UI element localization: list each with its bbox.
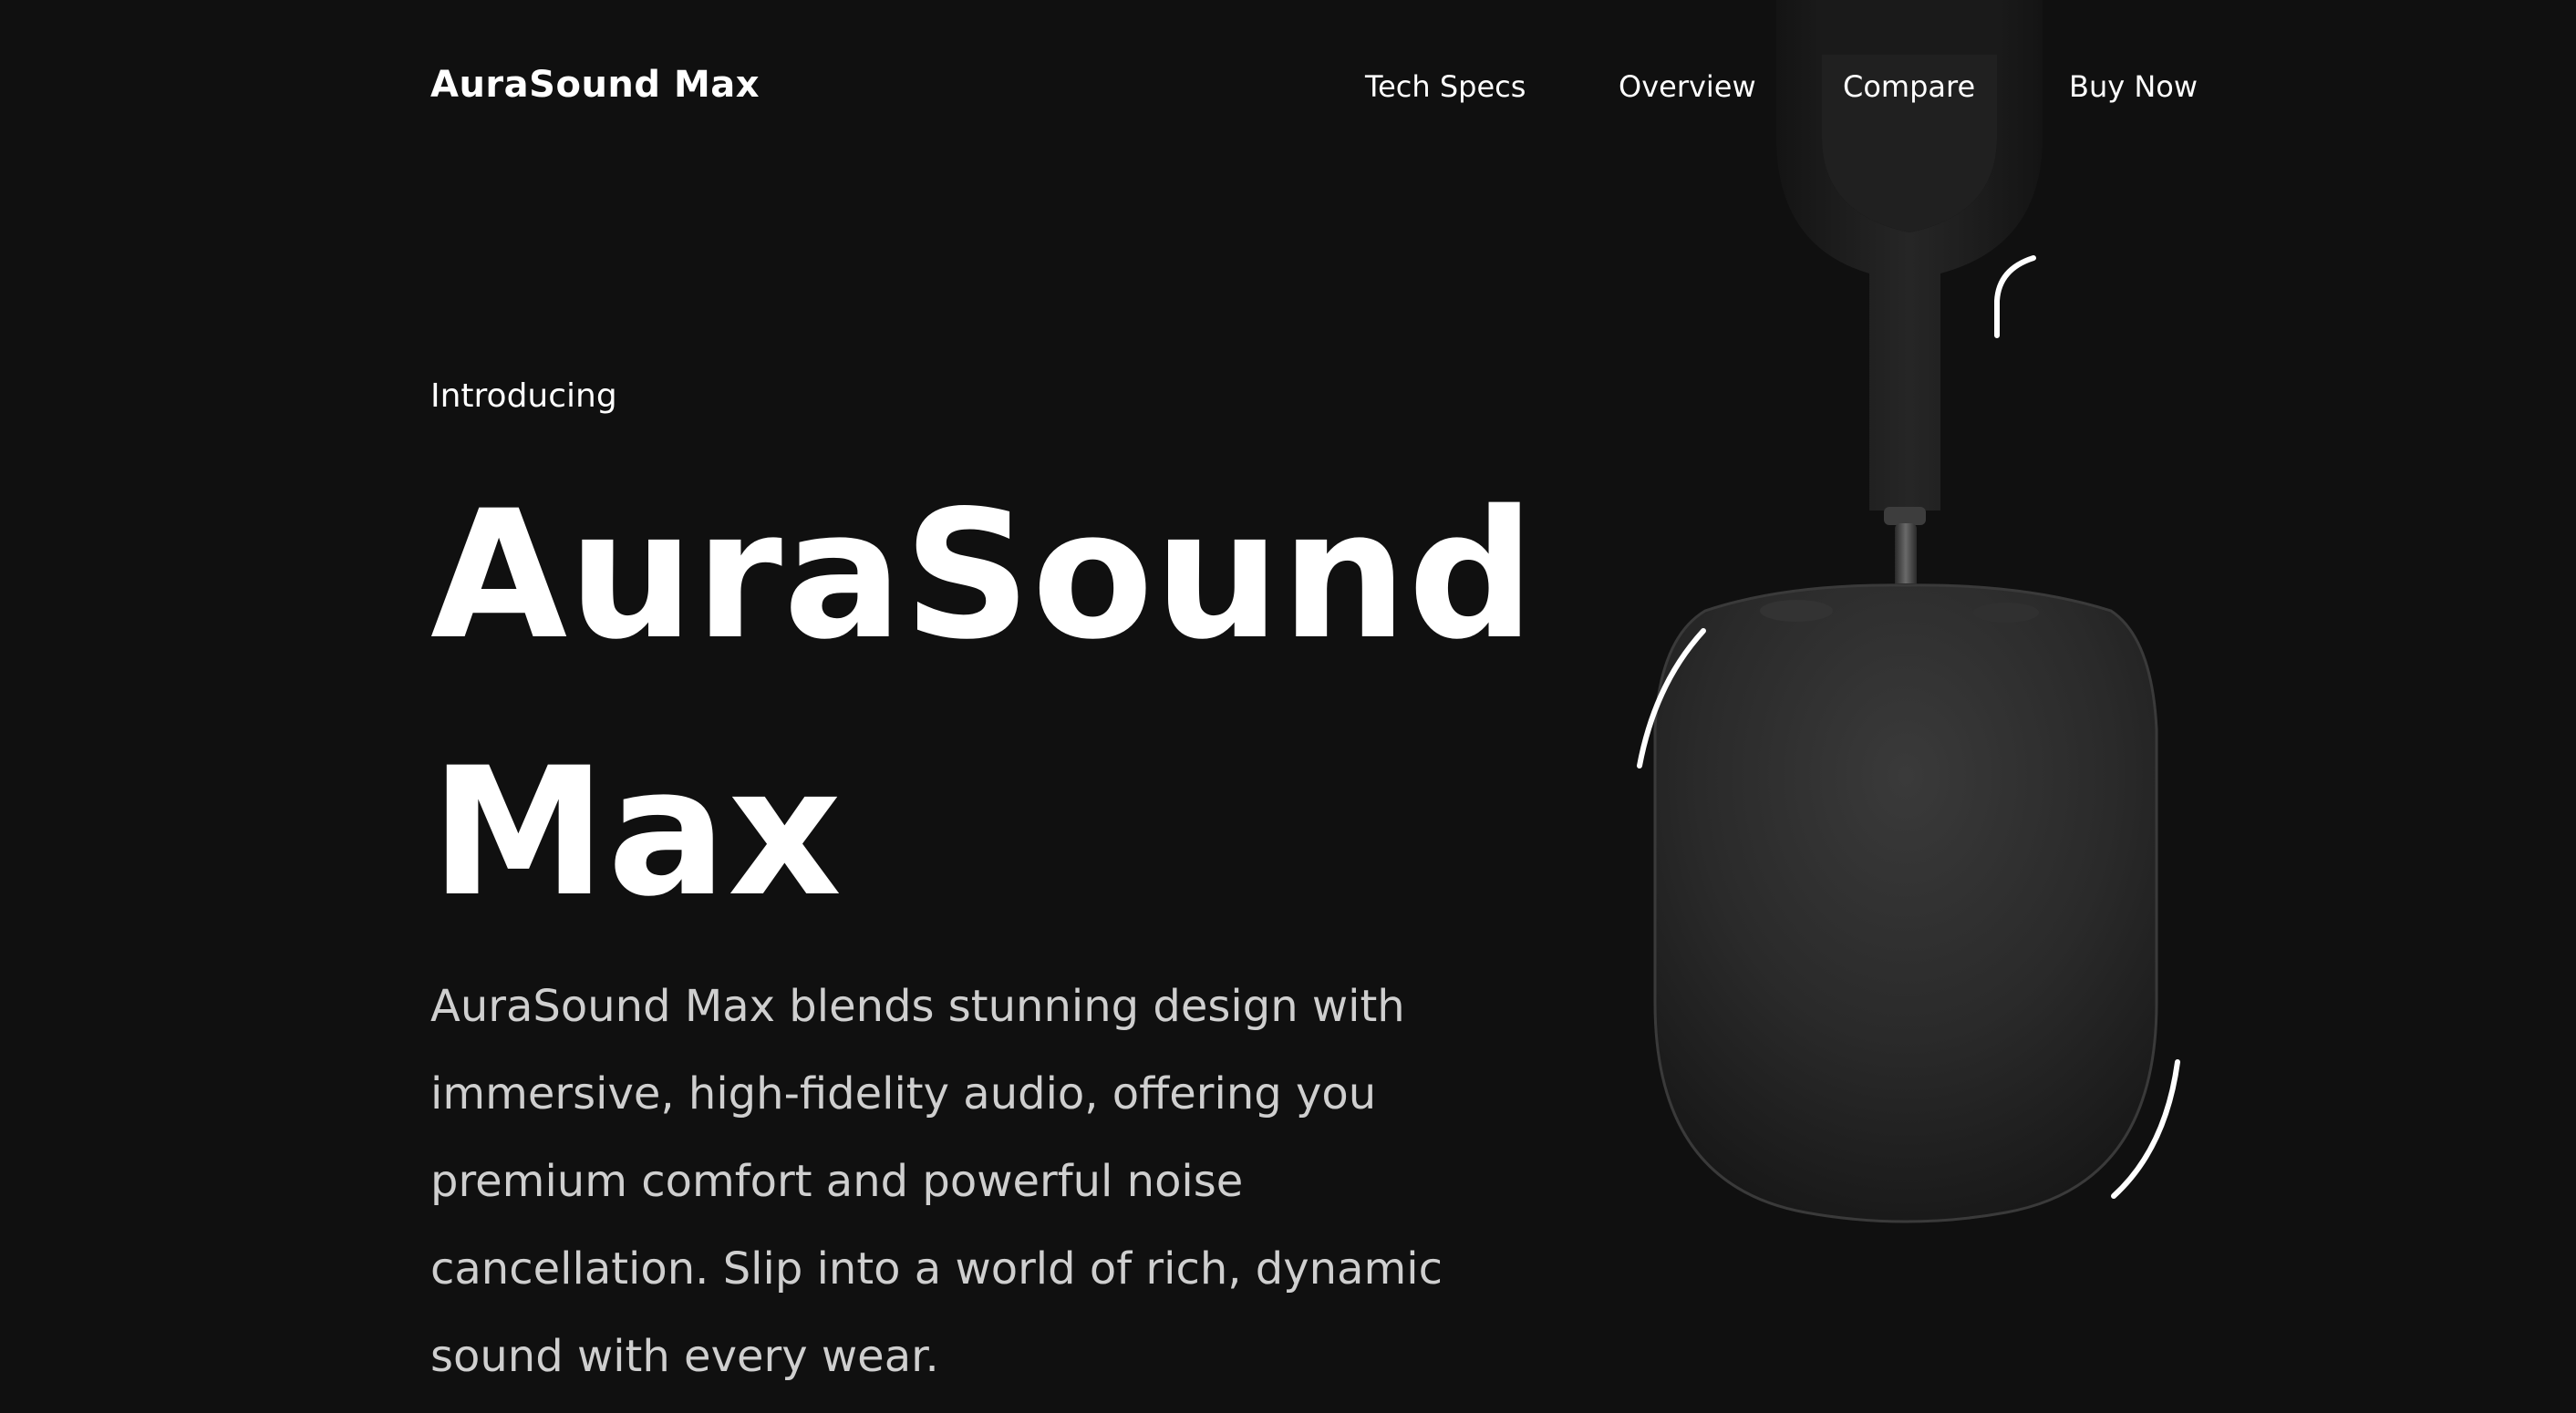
headphones-icon	[1637, 0, 2180, 1223]
hero-headline-line-1: AuraSound	[430, 472, 1536, 678]
nav-link-compare[interactable]: Compare	[1843, 69, 1975, 104]
nav-link-buy-now[interactable]: Buy Now	[2069, 69, 2198, 104]
hero-description: AuraSound Max blends stunning design wit…	[430, 981, 1443, 1382]
landing-page: AuraSound Max Tech Specs Overview Compar…	[0, 0, 2576, 1413]
hero-eyebrow: Introducing	[430, 377, 617, 415]
earcup	[1653, 583, 2158, 1223]
main-nav: Tech Specs Overview Compare Buy Now	[1365, 69, 2198, 111]
hero-headline: AuraSound Max	[430, 447, 1536, 961]
brand-logo[interactable]: AuraSound Max	[430, 64, 760, 106]
hero-headline-line-2: Max	[430, 729, 843, 935]
nav-link-overview[interactable]: Overview	[1619, 69, 1756, 104]
nav-link-tech-specs[interactable]: Tech Specs	[1365, 69, 1526, 104]
